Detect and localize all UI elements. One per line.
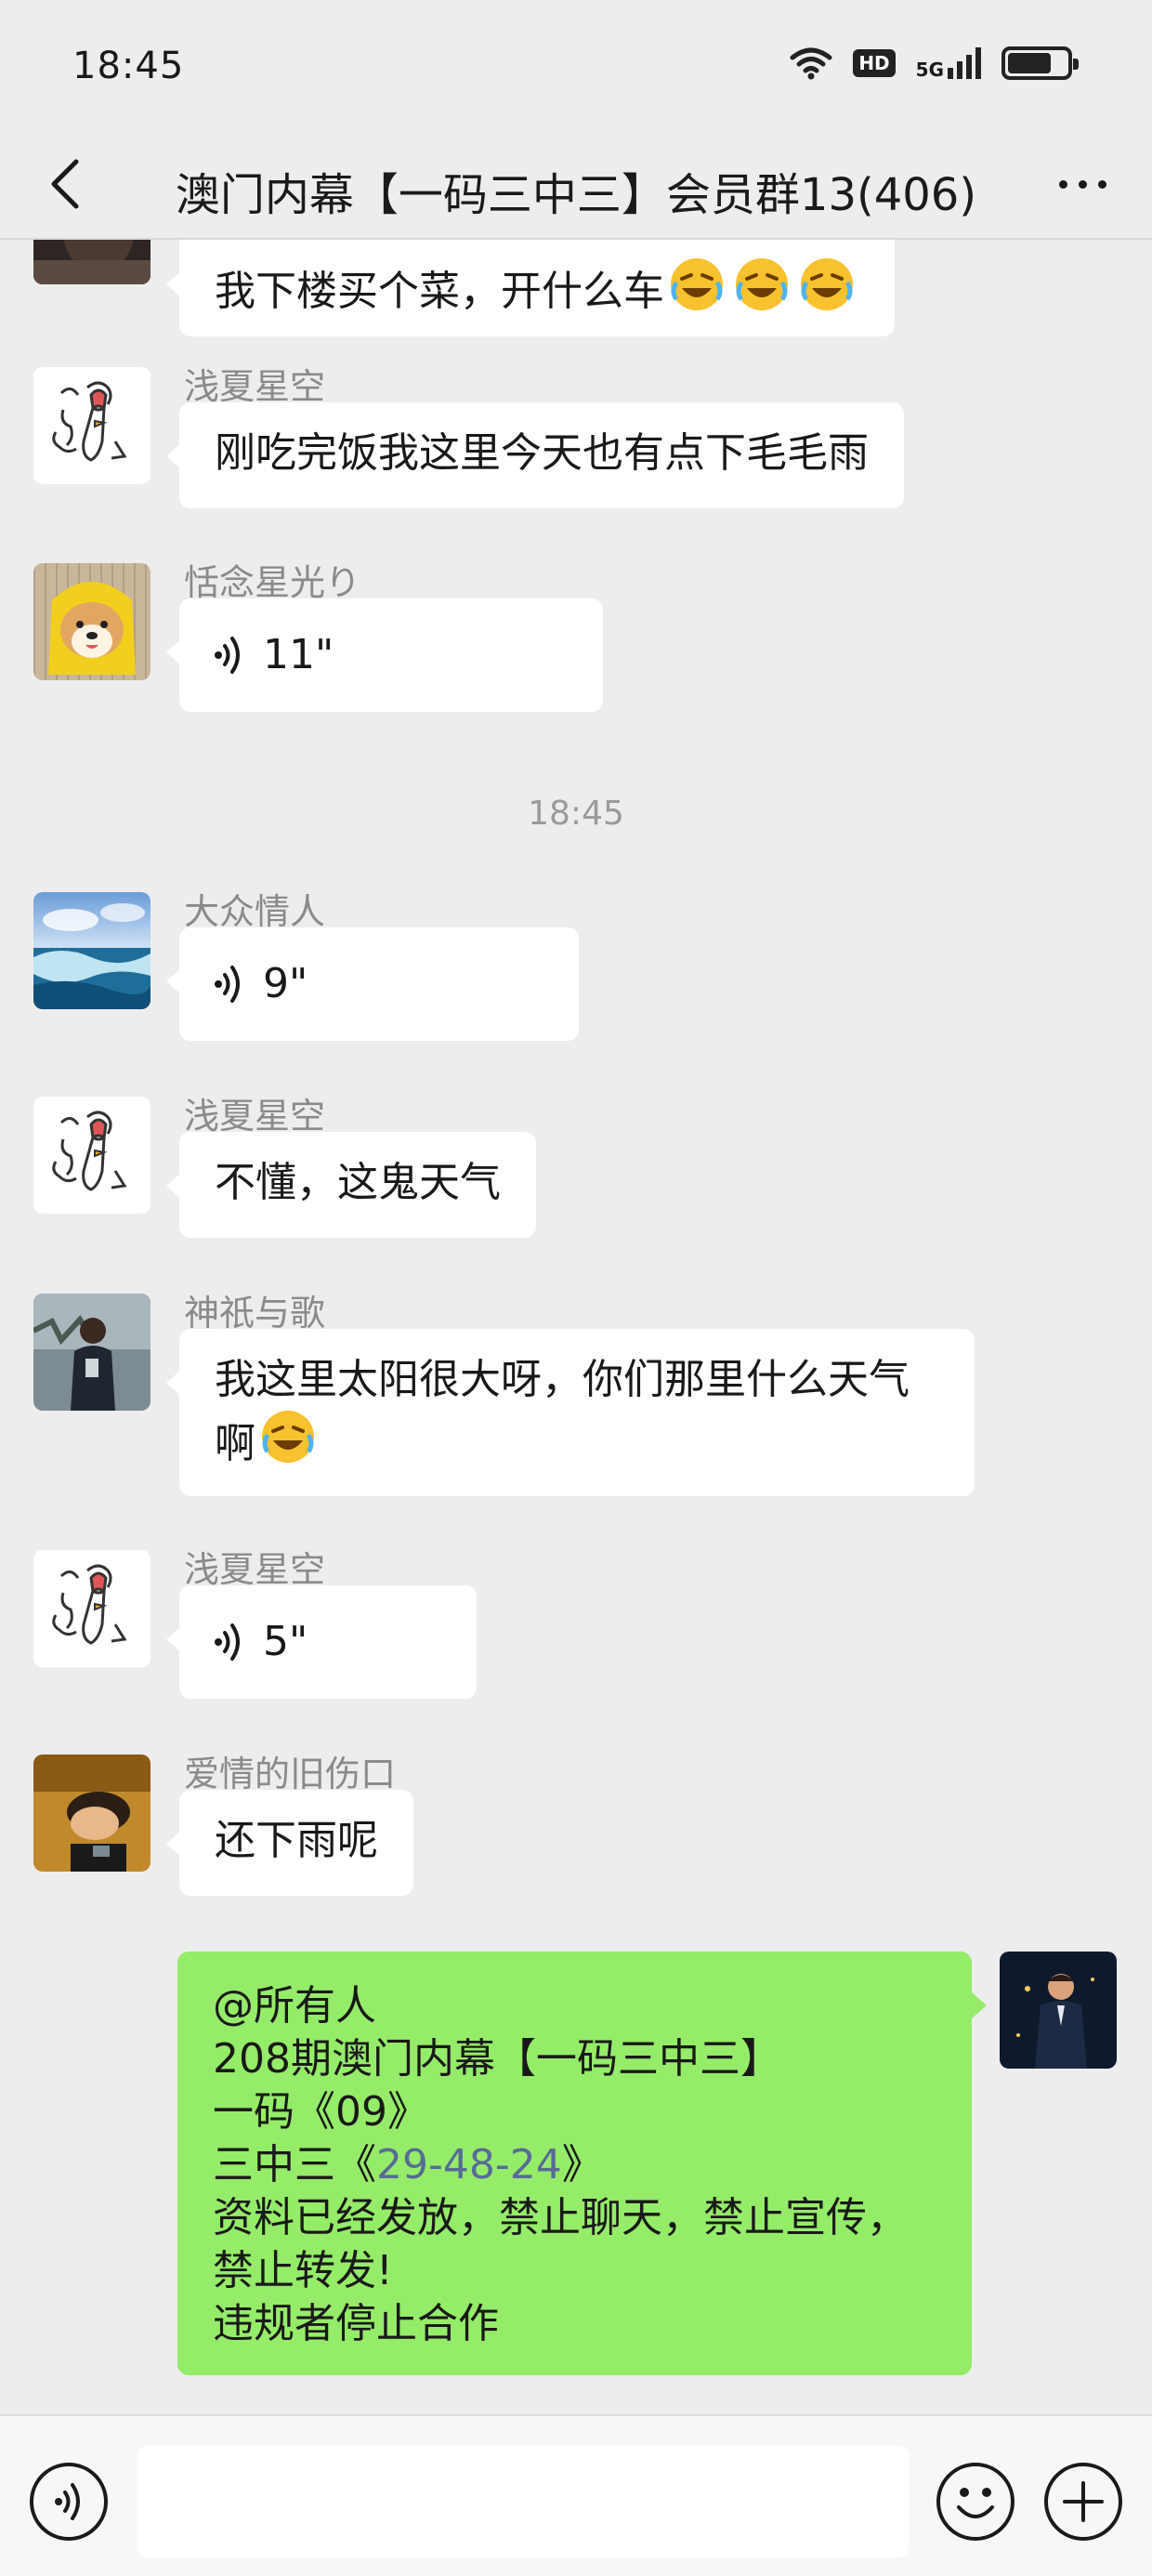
status-icons: HD 5G [790, 46, 1079, 80]
avatar[interactable] [33, 1097, 151, 1214]
message-text-line: 三中三《 [213, 2141, 376, 2188]
more-options-button[interactable] [1041, 147, 1124, 221]
shiba-avatar-icon [33, 563, 151, 680]
status-time: 18:45 [72, 45, 185, 87]
voice-duration: 9" [263, 960, 308, 1007]
avatar[interactable] [33, 1294, 151, 1411]
sender-name: 浅夏星空 [184, 366, 326, 407]
avatar[interactable] [33, 240, 151, 284]
sender-name: 大众情人 [184, 891, 326, 932]
message-text-line: 208期澳门内幕【一码三中三】 [213, 2035, 781, 2083]
person-lying-avatar-icon [33, 1755, 151, 1872]
more-dot-icon [1058, 179, 1067, 189]
smiley-icon [957, 2488, 994, 2518]
rooster-avatar-icon [33, 1550, 151, 1667]
rofl-emoji-icon [736, 258, 788, 310]
message-bubble[interactable]: 我下楼买个菜，开什么车 [166, 240, 895, 336]
man-in-suit-avatar-icon [1000, 1952, 1117, 2069]
sender-name: 浅夏星空 [184, 1549, 326, 1590]
message-text: 还下雨呢 [215, 1817, 378, 1864]
message-text: 我下楼买个菜，开什么车 [215, 268, 664, 315]
more-functions-button[interactable] [1044, 2463, 1122, 2541]
time-divider: 18:45 [528, 795, 624, 833]
message-text-line: 资料已经发放，禁止聊天，禁止宣传， [213, 2194, 908, 2241]
message-text-line: 》 [561, 2141, 603, 2188]
message-text-line: 一码《09》 [213, 2088, 428, 2136]
message-bubble[interactable]: 刚吃完饭我这里今天也有点下毛毛雨 [166, 402, 904, 508]
message-text: 不懂，这鬼天气 [215, 1159, 501, 1206]
message-bubble[interactable]: 不懂，这鬼天气 [166, 1132, 536, 1238]
partial-avatar-image [33, 240, 151, 284]
number-link[interactable]: 29-48-24 [376, 2141, 562, 2188]
voice-message-bubble[interactable]: 9" [166, 927, 579, 1041]
person-outdoors-avatar-icon [33, 1294, 151, 1411]
my-message-bubble[interactable]: @所有人 208期澳门内幕【一码三中三】 一码《09》 三中三《29-48-24… [177, 1952, 987, 2375]
rooster-avatar-icon [33, 367, 151, 484]
signal-indicator: 5G [916, 47, 981, 79]
message-text-line: @所有人 [213, 1982, 376, 2030]
message-text: 刚吃完饭我这里今天也有点下毛毛雨 [215, 429, 869, 477]
voice-wave-icon [55, 2483, 80, 2520]
voice-message-bubble[interactable]: 11" [166, 598, 603, 712]
more-dot-icon [1097, 179, 1106, 189]
voice-wave-icon [215, 635, 246, 676]
input-bar [0, 2414, 1152, 2576]
rofl-emoji-icon [262, 1411, 314, 1463]
sender-name: 浅夏星空 [184, 1096, 326, 1137]
signal-icon [948, 47, 981, 79]
chat-message-list[interactable]: 我下楼买个菜，开什么车 浅夏星空 刚吃完饭我这里今天也有点下毛毛雨 恬念星光り … [0, 240, 1152, 2414]
message-bubble[interactable]: 还下雨呢 [166, 1790, 413, 1896]
status-bar: 18:45 HD 5G [0, 0, 1152, 130]
wifi-icon [790, 47, 832, 80]
voice-message-bubble[interactable]: 5" [166, 1585, 477, 1699]
avatar[interactable] [33, 1755, 151, 1872]
rofl-emoji-icon [671, 258, 723, 310]
message-text-line: 啊 [215, 1420, 255, 1467]
more-dot-icon [1078, 179, 1087, 189]
nav-bar: 澳门内幕【一码三中三】会员群13(406) [0, 130, 1152, 240]
message-input[interactable] [137, 2446, 909, 2557]
voice-wave-icon [215, 1622, 246, 1663]
voice-input-toggle-button[interactable] [30, 2463, 108, 2541]
sender-name: 神祇与歌 [184, 1293, 326, 1334]
voice-wave-icon [215, 964, 246, 1005]
message-text-line: 禁止转发! [213, 2247, 393, 2294]
sender-name: 爱情的旧伤口 [184, 1754, 397, 1794]
voice-duration: 5" [263, 1618, 308, 1665]
avatar[interactable] [33, 1550, 151, 1667]
message-bubble[interactable]: 我这里太阳很大呀，你们那里什么天气 啊 [166, 1329, 975, 1496]
avatar[interactable] [33, 563, 151, 680]
my-avatar[interactable] [1000, 1952, 1117, 2069]
page-title: 澳门内幕【一码三中三】会员群13(406) [175, 169, 977, 221]
network-type: 5G [915, 59, 944, 81]
rofl-emoji-icon [801, 258, 853, 310]
voice-duration: 11" [263, 631, 334, 678]
plus-icon [1063, 2481, 1104, 2522]
ocean-wave-avatar-icon [33, 892, 151, 1009]
rooster-avatar-icon [33, 1097, 151, 1214]
avatar[interactable] [33, 367, 151, 484]
battery-icon [1001, 46, 1079, 80]
hd-badge: HD [853, 49, 896, 77]
message-text-line: 违规者停止合作 [213, 2300, 499, 2347]
emoji-button[interactable] [936, 2463, 1015, 2541]
sender-name: 恬念星光り [184, 562, 361, 603]
message-text-line: 我这里太阳很大呀，你们那里什么天气 [215, 1356, 910, 1403]
avatar[interactable] [33, 892, 151, 1009]
